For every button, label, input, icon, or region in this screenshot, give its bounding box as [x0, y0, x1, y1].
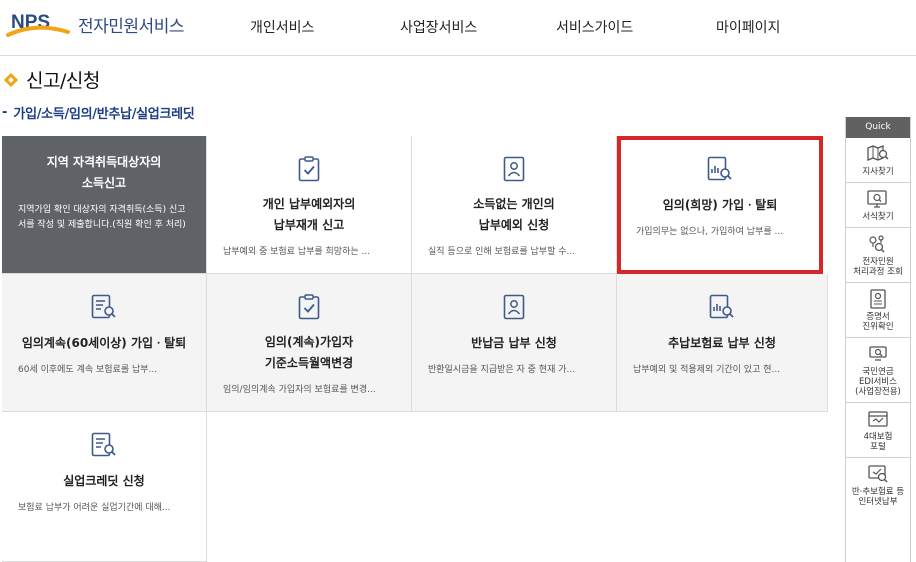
quick-label: 국민연금 EDI서비스 (사업장전용): [855, 367, 901, 397]
card-title: 실업크레딧 신청: [63, 474, 145, 488]
card-title: 소득없는 개인의 납부예외 신청: [473, 197, 555, 232]
card-regional-income-report[interactable]: 지역 자격취득대상자의 소득신고 지역가입 확인 대상자의 자격취득(소득) 신…: [2, 136, 207, 274]
quick-label: 반·추보험료 등 인터넷납부: [851, 487, 905, 507]
card-payment-resume-report[interactable]: 개인 납부예외자의 납부재개 신고 납부예외 중 보험료 납부를 희망하는 ..…: [207, 136, 412, 274]
quick-label: 서식찾기: [862, 212, 894, 222]
person-card-icon: [503, 294, 525, 320]
monitor-search-icon: [867, 190, 887, 208]
section-heading: - 가입/소득/임의/반추납/실업크레딧: [2, 103, 195, 122]
card-title: 임의계속(60세이상) 가입ㆍ탈퇴: [21, 336, 187, 350]
document-search-icon: [91, 432, 116, 457]
quick-form-finder[interactable]: 서식찾기: [846, 183, 910, 228]
card-title: 추납보험료 납부 신청: [668, 336, 776, 350]
service-name: 전자민원서비스: [78, 17, 184, 37]
process-search-icon: [869, 235, 885, 253]
quick-edi-service[interactable]: 국민연금 EDI서비스 (사업장전용): [846, 338, 910, 403]
quick-branch-finder[interactable]: 지사찾기: [846, 138, 910, 183]
quick-label: 전자민원 처리과정 조회: [853, 257, 903, 277]
card-description: 지역가입 확인 대상자의 자격취득(소득) 신고서를 작성 및 제출합니다.(직…: [18, 205, 186, 230]
chart-search-icon: [709, 294, 734, 319]
nav-business-services[interactable]: 사업장서비스: [400, 17, 477, 37]
nav-my-page[interactable]: 마이페이지: [716, 17, 780, 37]
page-heading: 신고/신청: [3, 66, 100, 93]
card-title: 개인 납부예외자의 납부재개 신고: [262, 197, 356, 232]
quick-label: 증명서 진위확인: [862, 312, 894, 332]
quick-label: 지사찾기: [862, 167, 894, 177]
nav-personal-services[interactable]: 개인서비스: [250, 17, 314, 37]
diamond-bullet-icon: [3, 72, 19, 87]
quick-process-lookup[interactable]: 전자민원 처리과정 조회: [846, 228, 910, 283]
map-search-icon: [867, 145, 889, 161]
quick-insurance-portal[interactable]: 4대보험 포털: [846, 403, 910, 458]
chart-search-icon: [707, 156, 732, 181]
card-title: 임의(희망) 가입ㆍ탈퇴: [662, 198, 778, 212]
person-card-icon: [503, 156, 525, 182]
card-description: 임의/임의계속 가입자의 보험료를 변경...: [223, 385, 376, 395]
card-description: 실직 등으로 인해 보험료를 납부할 수...: [428, 247, 576, 257]
clipboard-check-icon: [298, 156, 320, 182]
quick-menu: Quick 지사찾기 서식찾기 전자민원 처리과정 조회 증명서 진위확인 국민…: [845, 117, 911, 562]
card-description: 60세 이후에도 계속 보험료를 납부...: [18, 365, 158, 375]
nps-logo[interactable]: NPS 전자민원서비스: [6, 8, 184, 48]
site-header: NPS 전자민원서비스 개인서비스 사업장서비스 서비스가이드 마이페이지: [0, 0, 916, 56]
card-title: 반납금 납부 신청: [471, 336, 557, 350]
card-late-premium-payment[interactable]: 추납보험료 납부 신청 납부예외 및 적용제외 기간이 있고 현...: [617, 274, 828, 412]
card-refund-payment-request[interactable]: 반납금 납부 신청 반환일시금을 지급받은 자 중 현재 가...: [412, 274, 617, 412]
card-description: 반환일시금을 지급받은 자 중 현재 가...: [428, 365, 576, 375]
card-description: 납부예외 중 보험료 납부를 희망하는 ...: [223, 247, 371, 257]
card-title: 지역 자격취득대상자의 소득신고: [46, 155, 162, 190]
nav-service-guide[interactable]: 서비스가이드: [556, 17, 633, 37]
card-title: 임의(계속)가입자 기준소득월액변경: [264, 335, 354, 370]
card-continued-voluntary-60plus[interactable]: 임의계속(60세이상) 가입ㆍ탈퇴 60세 이후에도 계속 보험료를 납부...: [2, 274, 207, 412]
insurance-portal-icon: [868, 411, 888, 427]
dash-bullet-icon: -: [2, 105, 8, 120]
card-voluntary-join-withdraw[interactable]: 임의(희망) 가입ㆍ탈퇴 가입의무는 없으나, 가입하여 납부를 ...: [617, 136, 823, 274]
quick-certificate-verify[interactable]: 증명서 진위확인: [846, 283, 910, 338]
card-payment-exemption-request[interactable]: 소득없는 개인의 납부예외 신청 실직 등으로 인해 보험료를 납부할 수...: [412, 136, 617, 274]
page-title: 신고/신청: [26, 70, 100, 92]
quick-label: 4대보험 포털: [863, 432, 893, 452]
certificate-check-icon: [870, 289, 886, 309]
card-description: 납부예외 및 적용제외 기간이 있고 현...: [633, 365, 781, 375]
card-description: 가입의무는 없으나, 가입하여 납부를 ...: [636, 227, 784, 237]
card-unemployment-credit[interactable]: 실업크레딧 신청 보험료 납부가 어려운 실업기간에 대해...: [2, 412, 207, 562]
edi-service-icon: [869, 346, 887, 361]
card-standard-income-change[interactable]: 임의(계속)가입자 기준소득월액변경 임의/임의계속 가입자의 보험료를 변경.…: [207, 274, 412, 412]
document-search-icon: [91, 294, 116, 319]
clipboard-check-icon: [298, 294, 320, 320]
nps-logo-mark: NPS: [6, 12, 70, 37]
quick-internet-payment[interactable]: 반·추보험료 등 인터넷납부: [846, 458, 910, 512]
section-subtitle: 가입/소득/임의/반추납/실업크레딧: [13, 107, 195, 122]
internet-payment-icon: [868, 465, 888, 483]
card-description: 보험료 납부가 어려운 실업기간에 대해...: [18, 503, 171, 513]
quick-menu-title: Quick: [846, 117, 910, 138]
service-card-grid: 지역 자격취득대상자의 소득신고 지역가입 확인 대상자의 자격취득(소득) 신…: [2, 136, 828, 562]
